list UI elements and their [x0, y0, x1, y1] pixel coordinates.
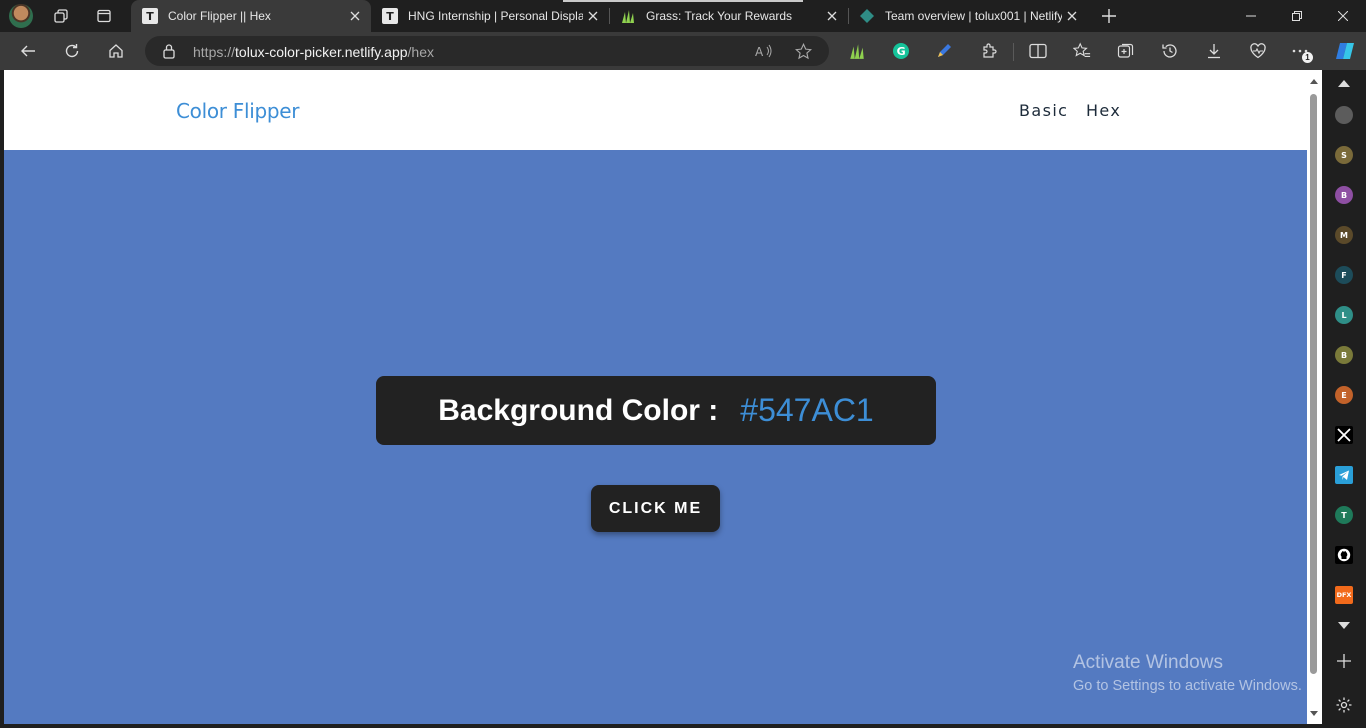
close-window-icon[interactable]	[1320, 0, 1366, 32]
extensions-icon[interactable]	[975, 37, 1003, 65]
color-label: Background Color :	[438, 393, 719, 427]
sidebar-app-f[interactable]: F	[1335, 266, 1353, 284]
tab-grass[interactable]: Grass: Track Your Rewards	[609, 0, 848, 32]
github-icon	[1337, 548, 1351, 562]
downloads-icon[interactable]	[1200, 37, 1228, 65]
close-tab-icon[interactable]	[822, 6, 842, 26]
home-icon[interactable]	[102, 37, 130, 65]
sidebar-app-github[interactable]	[1335, 546, 1353, 564]
window-bottom-edge	[0, 724, 1322, 728]
new-tab-icon[interactable]	[1097, 4, 1121, 28]
netlify-icon	[859, 8, 875, 24]
watermark-subtitle: Go to Settings to activate Windows.	[1073, 678, 1302, 694]
scroll-down-icon[interactable]	[1310, 711, 1318, 716]
split-screen-icon[interactable]	[1024, 37, 1052, 65]
tab-title: HNG Internship | Personal Display	[408, 9, 583, 23]
url-path: /hex	[407, 44, 434, 60]
restore-icon[interactable]	[1274, 0, 1320, 32]
watermark-title: Activate Windows	[1073, 652, 1223, 673]
activate-windows-watermark: Activate Windows Go to Settings to activ…	[1073, 652, 1302, 694]
tab-title: Team overview | tolux001 | Netlify	[885, 9, 1062, 23]
sidebar-scroll-up-icon[interactable]	[1338, 80, 1350, 87]
nav-link-hex[interactable]: Hex	[1086, 101, 1121, 120]
nav-link-basic[interactable]: Basic	[1019, 101, 1068, 120]
tab-title: Color Flipper || Hex	[168, 9, 271, 23]
scroll-thumb[interactable]	[1310, 94, 1317, 674]
edge-sidebar: S B M F L B E T DFX	[1322, 70, 1366, 728]
browser-toolbar: https://tolux-color-picker.netlify.app/h…	[0, 32, 1366, 70]
telegram-icon	[1338, 469, 1350, 481]
site-navbar: Color Flipper Basic Hex	[4, 70, 1307, 150]
settings-more-icon[interactable]: 1	[1286, 37, 1314, 65]
sidebar-app-initial: B	[1340, 190, 1348, 200]
close-tab-icon[interactable]	[583, 6, 603, 26]
sidebar-add-icon[interactable]	[1337, 654, 1351, 673]
sidebar-app-x[interactable]	[1335, 426, 1353, 444]
grammarly-icon[interactable]: G	[887, 37, 915, 65]
workspaces-icon[interactable]	[49, 4, 73, 28]
sidebar-app-t[interactable]: T	[1335, 506, 1353, 524]
click-me-button[interactable]: CLICK ME	[591, 485, 720, 532]
pen-extension-icon[interactable]	[930, 37, 958, 65]
sidebar-app-telegram[interactable]	[1335, 466, 1353, 484]
minimize-icon[interactable]	[1228, 0, 1274, 32]
grass-extension-icon[interactable]	[843, 37, 871, 65]
notification-badge: 1	[1302, 52, 1313, 63]
tab-hng-internship[interactable]: T HNG Internship | Personal Display	[371, 0, 609, 32]
color-value: #547AC1	[740, 392, 874, 428]
sidebar-app-s[interactable]: S	[1335, 146, 1353, 164]
collections-icon[interactable]	[1112, 37, 1140, 65]
tab-netlify[interactable]: Team overview | tolux001 | Netlify	[848, 0, 1088, 32]
sidebar-app-m[interactable]: M	[1335, 226, 1353, 244]
close-tab-icon[interactable]	[345, 6, 365, 26]
lock-icon[interactable]	[162, 43, 176, 64]
sidebar-app-b[interactable]: B	[1335, 186, 1353, 204]
tab-color-flipper[interactable]: T Color Flipper || Hex	[131, 0, 371, 32]
tab-title: Grass: Track Your Rewards	[646, 9, 793, 23]
sidebar-scroll-down-icon[interactable]	[1338, 622, 1350, 629]
sidebar-app-b2[interactable]: B	[1335, 346, 1353, 364]
sidebar-app-l[interactable]: L	[1335, 306, 1353, 324]
site-favicon-icon: T	[142, 8, 158, 24]
sidebar-app-e[interactable]: E	[1335, 386, 1353, 404]
profile-avatar[interactable]	[9, 4, 33, 28]
sidebar-app-initial: F	[1341, 270, 1347, 280]
sidebar-app-initial: DFX	[1336, 591, 1352, 599]
url-scheme: https://	[193, 44, 236, 60]
read-aloud-icon[interactable]: A	[754, 41, 774, 61]
sidebar-app-initial: L	[1341, 310, 1347, 320]
favorite-star-icon[interactable]	[793, 41, 813, 61]
grass-icon	[620, 8, 636, 24]
address-bar[interactable]: https://tolux-color-picker.netlify.app/h…	[145, 36, 829, 66]
browser-essentials-icon[interactable]	[1244, 37, 1272, 65]
color-display: Background Color : #547AC1	[376, 376, 936, 445]
back-icon[interactable]	[14, 37, 42, 65]
svg-text:A: A	[755, 45, 764, 58]
url-host: tolux-color-picker.netlify.app	[235, 44, 408, 60]
sidebar-app-initial: S	[1341, 150, 1347, 160]
svg-text:G: G	[897, 45, 906, 58]
toolbar-separator	[1013, 43, 1014, 61]
brand-logo[interactable]: Color Flipper	[176, 99, 300, 123]
page-viewport: Color Flipper Basic Hex Background Color…	[4, 70, 1307, 724]
sidebar-settings-icon[interactable]	[1335, 696, 1353, 719]
refresh-icon[interactable]	[58, 37, 86, 65]
sidebar-app-initial: E	[1341, 390, 1347, 400]
sidebar-app-circle[interactable]	[1335, 106, 1353, 124]
history-icon[interactable]	[1156, 37, 1184, 65]
url-text[interactable]: https://tolux-color-picker.netlify.app/h…	[193, 44, 434, 60]
page-scrollbar[interactable]	[1307, 70, 1322, 724]
close-tab-icon[interactable]	[1062, 6, 1082, 26]
tab-actions-icon[interactable]	[92, 4, 116, 28]
sidebar-app-initial: B	[1340, 350, 1348, 360]
site-favicon-icon: T	[382, 8, 398, 24]
sidebar-app-dfx[interactable]: DFX	[1335, 586, 1353, 604]
sidebar-app-initial: T	[1341, 510, 1347, 520]
scroll-up-icon[interactable]	[1310, 79, 1318, 84]
x-icon	[1337, 428, 1351, 442]
copilot-icon[interactable]	[1331, 37, 1359, 65]
tab-strip: T Color Flipper || Hex T HNG Internship …	[0, 0, 1366, 32]
sidebar-app-initial: M	[1340, 230, 1348, 240]
favorites-icon[interactable]	[1068, 37, 1096, 65]
